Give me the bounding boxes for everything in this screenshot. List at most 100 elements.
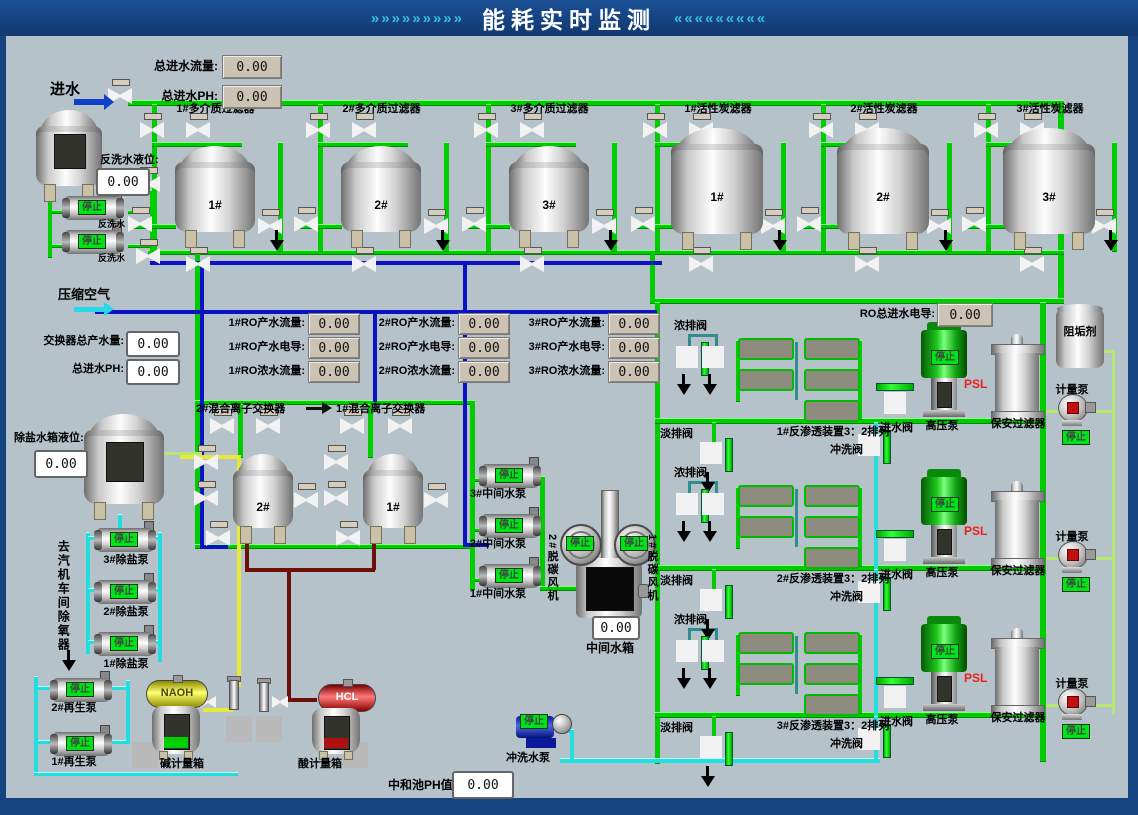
valve-icon[interactable]: [128, 216, 152, 232]
valve-icon[interactable]: [474, 122, 498, 138]
valve-icon[interactable]: [388, 418, 412, 434]
stop-button[interactable]: 停止: [931, 350, 959, 365]
valve-icon[interactable]: [520, 256, 544, 272]
pipe: [245, 568, 375, 572]
pipe: [795, 342, 798, 400]
label: 反洗水: [98, 220, 125, 230]
valve-icon[interactable]: [962, 216, 986, 232]
pump-name: 1#中间水泵: [462, 588, 534, 600]
stop-button[interactable]: 停止: [66, 736, 94, 751]
security-filter: [991, 636, 1043, 716]
valve-icon[interactable]: [352, 256, 376, 272]
stop-button[interactable]: 停止: [66, 682, 94, 697]
valve-body: [631, 216, 655, 232]
valve-icon[interactable]: [676, 493, 698, 515]
valve-icon[interactable]: [1020, 256, 1044, 272]
label: 1#RO浓水流量:: [203, 365, 305, 377]
pump-base: [923, 704, 965, 711]
flow-arrow-down-icon: [62, 650, 76, 672]
valve-icon[interactable]: [676, 640, 698, 662]
valve-icon[interactable]: [855, 256, 879, 272]
valve-icon[interactable]: [352, 122, 376, 138]
valve-icon[interactable]: [136, 248, 160, 264]
valve-icon[interactable]: [210, 418, 234, 434]
label: 3#RO产水电导:: [503, 341, 605, 353]
dosing-pump[interactable]: [1058, 688, 1096, 722]
valve-icon[interactable]: [140, 122, 164, 138]
valve-icon[interactable]: [700, 442, 722, 464]
high-pressure-pump[interactable]: [921, 622, 967, 714]
limit-switch: [725, 438, 733, 472]
valve-icon[interactable]: [702, 346, 724, 368]
valve-icon[interactable]: [256, 418, 280, 434]
valve-icon[interactable]: [294, 492, 318, 508]
stop-button[interactable]: 停止: [520, 714, 548, 729]
valve-icon[interactable]: [324, 490, 348, 506]
valve-icon[interactable]: [294, 216, 318, 232]
valve-icon[interactable]: [194, 454, 218, 470]
valve-icon[interactable]: [631, 216, 655, 232]
stop-button[interactable]: 停止: [110, 636, 138, 651]
valve-icon[interactable]: [306, 122, 330, 138]
vessel-tank: 1#: [671, 128, 763, 250]
stop-button[interactable]: 停止: [110, 532, 138, 547]
tank-leg: [94, 502, 106, 520]
high-pressure-pump[interactable]: [921, 475, 967, 567]
valve-handle: [132, 207, 150, 214]
tank-number: 2#: [233, 501, 293, 514]
valve-icon[interactable]: [206, 530, 230, 546]
stop-button[interactable]: 停止: [1062, 430, 1090, 445]
valve-handle: [262, 209, 280, 216]
valve-icon[interactable]: [424, 492, 448, 508]
stop-button[interactable]: 停止: [78, 234, 106, 249]
valve-icon[interactable]: [340, 418, 364, 434]
valve-icon[interactable]: [974, 122, 998, 138]
valve-icon[interactable]: [700, 589, 722, 611]
stop-button[interactable]: 停止: [1062, 577, 1090, 592]
dosing-pump[interactable]: [1058, 394, 1096, 428]
valve-icon[interactable]: [194, 490, 218, 506]
stop-button[interactable]: 停止: [110, 584, 138, 599]
valve-icon[interactable]: [336, 530, 360, 546]
stop-button[interactable]: 停止: [495, 468, 523, 483]
valve-icon[interactable]: [689, 256, 713, 272]
valve-icon[interactable]: [700, 736, 722, 758]
pump-name: 2#再生泵: [42, 702, 106, 714]
value-display: 0.00: [608, 361, 660, 383]
stop-button[interactable]: 停止: [620, 536, 648, 551]
valve-icon[interactable]: [643, 122, 667, 138]
valve-icon[interactable]: [884, 539, 906, 561]
valve-icon[interactable]: [272, 696, 288, 708]
valve-icon[interactable]: [462, 216, 486, 232]
valve-icon[interactable]: [186, 122, 210, 138]
valve-icon[interactable]: [186, 256, 210, 272]
stop-button[interactable]: 停止: [931, 644, 959, 659]
valve-icon[interactable]: [797, 216, 821, 232]
tank-number: 1#: [175, 199, 255, 212]
stop-button[interactable]: 停止: [566, 536, 594, 551]
stop-button[interactable]: 停止: [931, 497, 959, 512]
valve-icon[interactable]: [520, 122, 544, 138]
label: 2#RO产水电导:: [353, 341, 455, 353]
valve-body: [340, 418, 364, 434]
meter-level: [324, 738, 348, 748]
valve-name: 淡排阀: [660, 428, 693, 440]
stop-button[interactable]: 停止: [1062, 724, 1090, 739]
pump-slot: [937, 529, 952, 555]
stop-button[interactable]: 停止: [78, 200, 106, 215]
high-pressure-pump[interactable]: [921, 328, 967, 420]
valve-icon[interactable]: [809, 122, 833, 138]
stop-button[interactable]: 停止: [495, 568, 523, 583]
valve-icon[interactable]: [884, 392, 906, 414]
valve-icon[interactable]: [702, 493, 724, 515]
frame-left: [0, 36, 6, 800]
flow-arrow-down-icon: [703, 521, 717, 543]
valve-icon[interactable]: [676, 346, 698, 368]
pump-cap: [479, 466, 487, 486]
stop-button[interactable]: 停止: [495, 518, 523, 533]
valve-icon[interactable]: [884, 686, 906, 708]
dosing-pump[interactable]: [1058, 541, 1096, 575]
valve-icon[interactable]: [702, 640, 724, 662]
valve-icon[interactable]: [324, 454, 348, 470]
label: RO总进水电导:: [843, 308, 935, 320]
